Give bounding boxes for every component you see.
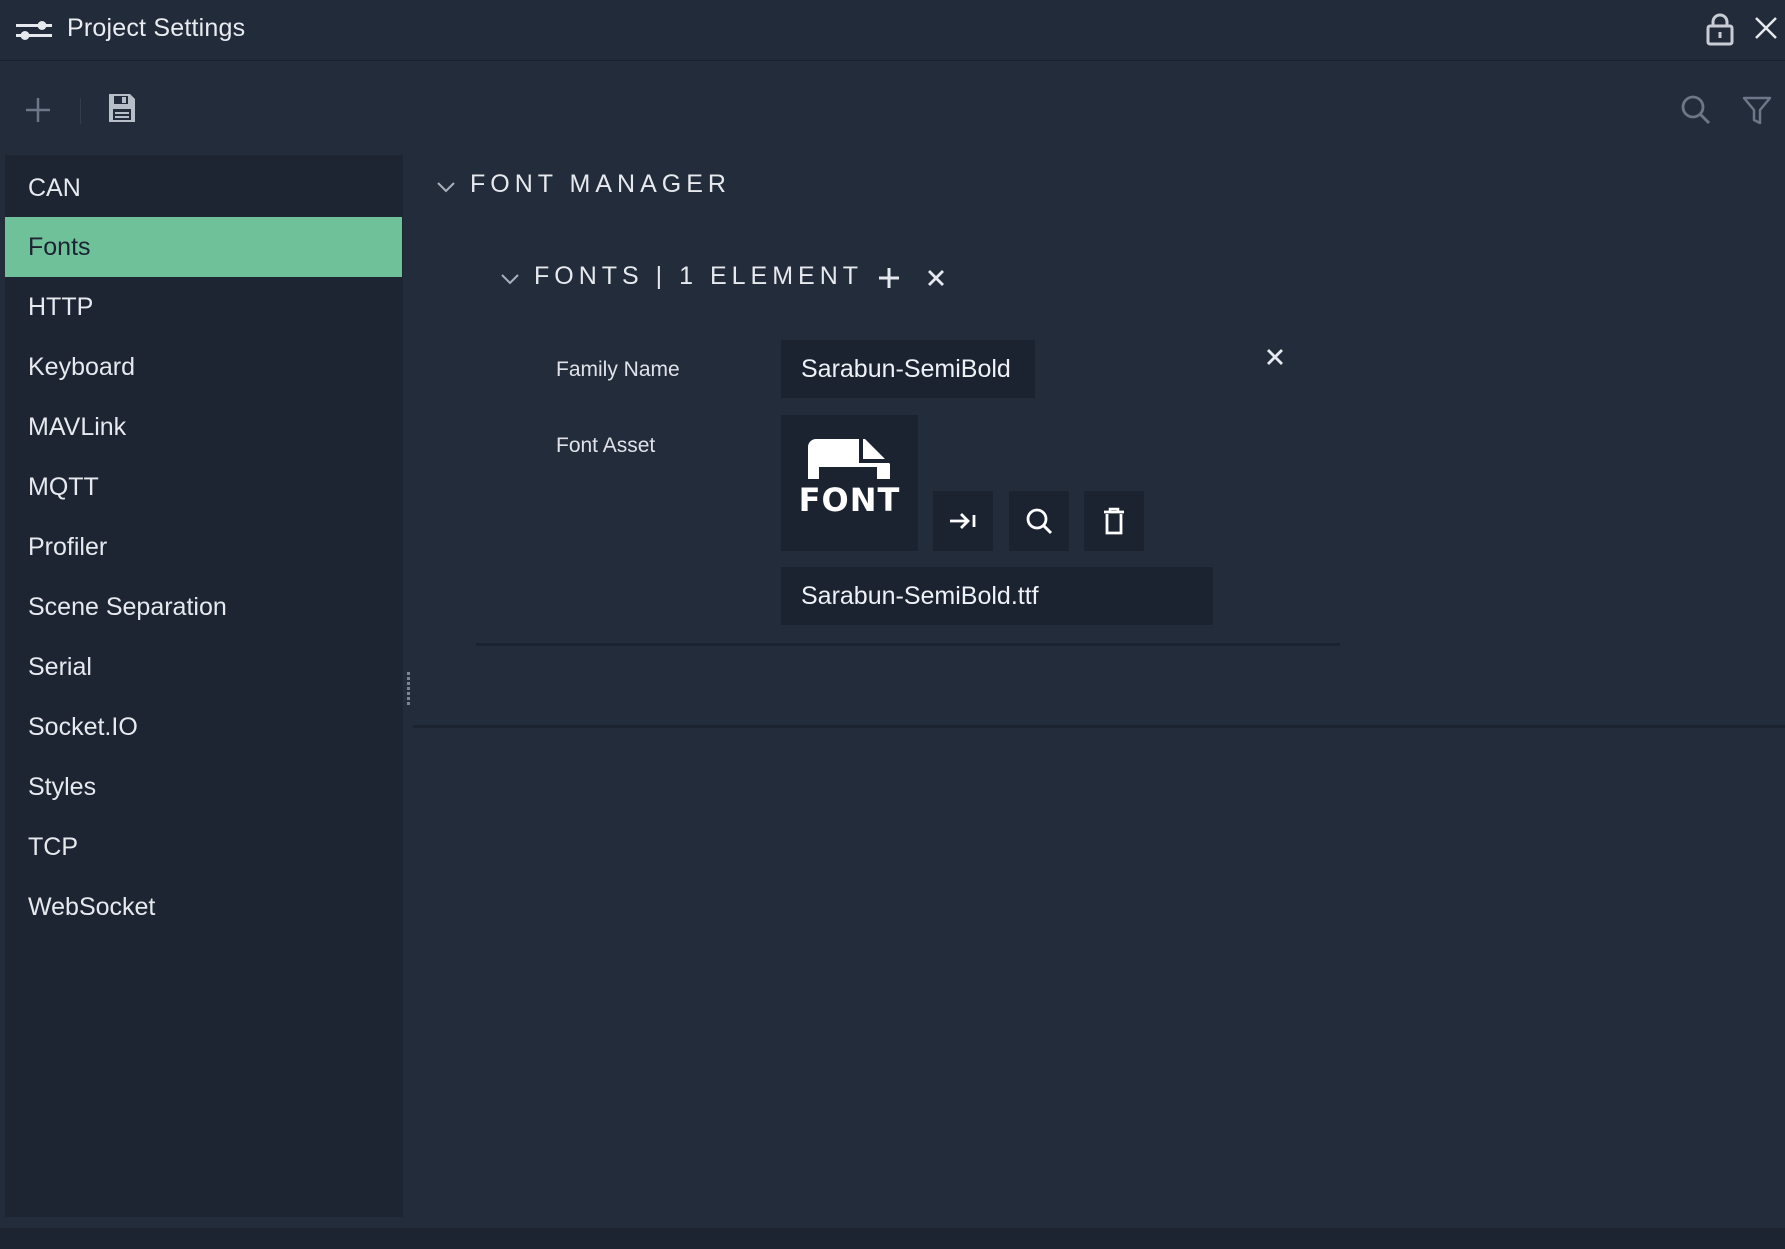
sidebar-item-profiler[interactable]: Profiler bbox=[5, 517, 402, 577]
sidebar-item-label: Scene Separation bbox=[28, 593, 227, 621]
sidebar-item-label: Styles bbox=[28, 773, 97, 801]
list-title-fonts: FONTS | 1 ELEMENT bbox=[534, 262, 864, 290]
sidebar-item-label: Keyboard bbox=[28, 353, 136, 381]
sidebar-item-keyboard[interactable]: Keyboard bbox=[5, 337, 402, 397]
locate-asset-button[interactable] bbox=[1009, 491, 1069, 551]
family-name-label: Family Name bbox=[556, 358, 680, 381]
search-icon[interactable] bbox=[1680, 94, 1712, 126]
title-bar: Project Settings bbox=[0, 0, 1785, 61]
toolbar-separator bbox=[80, 98, 81, 124]
sidebar-item-tcp[interactable]: TCP bbox=[5, 817, 402, 877]
section-divider bbox=[413, 725, 1785, 728]
sidebar-item-can[interactable]: CAN bbox=[5, 158, 402, 218]
sidebar-item-serial[interactable]: Serial bbox=[5, 637, 402, 697]
sidebar-item-styles[interactable]: Styles bbox=[5, 757, 402, 817]
sidebar-item-label: TCP bbox=[28, 833, 78, 861]
assign-asset-button[interactable] bbox=[933, 491, 993, 551]
sidebar-item-http[interactable]: HTTP bbox=[5, 277, 402, 337]
window-title: Project Settings bbox=[67, 14, 246, 42]
font-asset-thumbnail[interactable]: FONT bbox=[781, 415, 918, 551]
sidebar-item-label: Serial bbox=[28, 653, 92, 681]
font-thumbnail-label: FONT bbox=[798, 481, 901, 519]
settings-sidebar: CAN Fonts HTTP Keyboard MAVLink MQTT Pro… bbox=[5, 155, 403, 1217]
chevron-down-icon[interactable] bbox=[436, 180, 456, 194]
font-asset-label: Font Asset bbox=[556, 434, 656, 457]
sidebar-item-label: MAVLink bbox=[28, 413, 127, 441]
sidebar-item-label: MQTT bbox=[28, 473, 99, 501]
sidebar-item-label: WebSocket bbox=[28, 893, 156, 921]
project-settings-window: Project Settings CAN Fonts HTTP Keyboard… bbox=[0, 0, 1785, 1249]
sidebar-item-scene-separation[interactable]: Scene Separation bbox=[5, 577, 402, 637]
sidebar-item-label: Fonts bbox=[28, 233, 91, 261]
settings-sliders-icon bbox=[16, 21, 52, 40]
sidebar-item-socketio[interactable]: Socket.IO bbox=[5, 697, 402, 757]
font-file-icon bbox=[808, 439, 890, 479]
search-icon bbox=[1026, 508, 1053, 535]
sidebar-item-websocket[interactable]: WebSocket bbox=[5, 877, 402, 937]
sidebar-item-mqtt[interactable]: MQTT bbox=[5, 457, 402, 517]
sidebar-item-label: Profiler bbox=[28, 533, 108, 561]
sidebar-item-label: HTTP bbox=[28, 293, 94, 321]
settings-content-panel: FONT MANAGER FONTS | 1 ELEMENT Family Na… bbox=[411, 155, 1785, 1217]
toolbar bbox=[0, 62, 1785, 154]
add-element-icon[interactable] bbox=[876, 265, 902, 291]
element-divider bbox=[476, 643, 1340, 646]
close-window-icon[interactable] bbox=[1754, 16, 1778, 40]
font-asset-filename-field[interactable]: Sarabun-SemiBold.ttf bbox=[781, 567, 1213, 625]
lock-icon[interactable] bbox=[1706, 12, 1734, 46]
floppy-disk-icon[interactable] bbox=[107, 92, 137, 124]
arrow-to-line-icon bbox=[950, 513, 976, 529]
remove-element-icon[interactable] bbox=[1263, 345, 1287, 369]
filter-icon[interactable] bbox=[1741, 94, 1773, 126]
delete-asset-button[interactable] bbox=[1084, 491, 1144, 551]
plus-icon[interactable] bbox=[24, 96, 52, 124]
section-title-font-manager: FONT MANAGER bbox=[470, 170, 731, 198]
sidebar-item-label: Socket.IO bbox=[28, 713, 138, 741]
sidebar-item-mavlink[interactable]: MAVLink bbox=[5, 397, 402, 457]
trash-icon bbox=[1104, 507, 1124, 535]
sidebar-item-label: CAN bbox=[28, 174, 81, 202]
family-name-field[interactable]: Sarabun-SemiBold bbox=[781, 340, 1035, 398]
chevron-down-icon[interactable] bbox=[500, 272, 520, 286]
status-strip bbox=[0, 1228, 1785, 1249]
clear-elements-icon[interactable] bbox=[923, 265, 949, 291]
sidebar-item-fonts[interactable]: Fonts bbox=[5, 217, 402, 277]
